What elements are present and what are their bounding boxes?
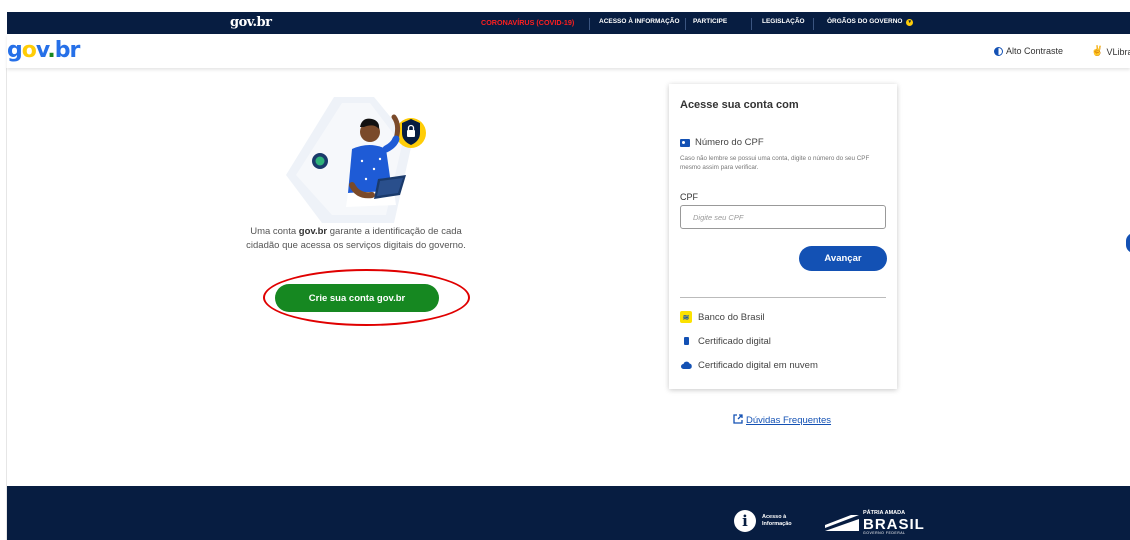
info-icon: i	[734, 510, 756, 532]
footer: i Acesso à Informação PÁTRIA AMADA BRASI…	[7, 486, 1130, 540]
main-content: Uma conta gov.br garante a identificação…	[7, 68, 1130, 486]
acesso-line: Acesso à	[762, 514, 787, 520]
patria-big-text: BRASIL	[863, 515, 925, 533]
nav-link-legislacao[interactable]: LEGISLAÇÃO	[762, 18, 805, 25]
contrast-icon	[994, 46, 1003, 56]
faq-link-label: Dúvidas Frequentes	[746, 415, 832, 426]
nav-link-orgaos-governo[interactable]: ÓRGÃOS DO GOVERNO ▾	[827, 18, 914, 26]
patria-tiny-text: GOVERNO FEDERAL	[863, 530, 906, 535]
nav-separator	[813, 18, 814, 30]
next-button[interactable]: Avançar	[799, 246, 887, 271]
banco-do-brasil-label: Banco do Brasil	[698, 311, 765, 323]
logo-part: .	[47, 38, 55, 63]
logo-part: br	[54, 38, 81, 63]
vlibras-side-widget[interactable]	[1126, 233, 1130, 253]
high-contrast-toggle[interactable]: Alto Contraste	[994, 46, 1063, 56]
cpf-field-label: CPF	[680, 192, 698, 202]
gov-bar-brand[interactable]: gov.br	[230, 15, 272, 30]
high-contrast-label: Alto Contraste	[1006, 46, 1064, 56]
id-card-icon	[680, 138, 690, 147]
flag-stripe-icon	[825, 515, 859, 531]
login-card: Acesse sua conta com Número do CPF Caso …	[669, 84, 897, 389]
annotation-highlight-circle	[263, 269, 470, 326]
nav-separator	[589, 18, 590, 30]
certificado-digital-label: Certificado digital	[698, 335, 771, 347]
logo-part: g	[7, 38, 23, 63]
site-header: gov.br Alto Contraste ✌ VLibras	[7, 34, 1130, 68]
patria-text: PÁTRIA AMADA BRASIL GOVERNO FEDERAL	[863, 510, 925, 535]
faq-link[interactable]: Dúvidas Frequentes	[733, 414, 831, 427]
login-option-banco-do-brasil[interactable]: ≋ Banco do Brasil	[680, 311, 765, 323]
person-laptop-illustration	[286, 97, 426, 223]
cloud-icon	[680, 359, 692, 371]
nav-link-acesso-informacao[interactable]: ACESSO À INFORMAÇÃO	[599, 18, 680, 25]
certificado-nuvem-label: Certificado digital em nuvem	[698, 359, 818, 371]
external-link-icon	[733, 414, 743, 427]
nav-separator	[685, 18, 686, 30]
logo-part: v	[35, 38, 49, 63]
cpf-hint-text: Caso não lembre se possui uma conta, dig…	[680, 155, 870, 171]
sign-language-icon: ✌	[1091, 46, 1104, 57]
patria-amada-brasil-logo[interactable]: PÁTRIA AMADA BRASIL GOVERNO FEDERAL	[825, 510, 925, 535]
vlibras-label: VLibras	[1106, 46, 1130, 57]
nav-link-participe[interactable]: PARTICIPE	[693, 18, 727, 25]
acesso-informacao-logo[interactable]: i Acesso à Informação	[734, 510, 792, 532]
acesso-informacao-text: Acesso à Informação	[762, 514, 792, 528]
intro-text: Uma conta gov.br garante a identificação…	[241, 225, 471, 253]
nav-link-orgaos-label: ÓRGÃOS DO GOVERNO	[827, 18, 903, 25]
gov-top-bar: gov.br CORONAVÍRUS (COVID-19) ACESSO À I…	[7, 12, 1130, 34]
intro-text-part: Uma conta	[250, 226, 299, 237]
chevron-down-icon: ▾	[906, 19, 914, 26]
usb-token-icon	[680, 335, 692, 347]
login-card-title: Acesse sua conta com	[680, 99, 799, 111]
page: gov.br CORONAVÍRUS (COVID-19) ACESSO À I…	[0, 0, 1130, 540]
cpf-login-option[interactable]: Número do CPF	[680, 137, 764, 148]
vlibras-toggle[interactable]: ✌ VLibras	[1091, 46, 1130, 57]
login-option-certificado-digital[interactable]: Certificado digital	[680, 335, 771, 347]
govbr-logo[interactable]: gov.br	[7, 38, 81, 63]
intro-bold-brand: gov.br	[298, 226, 328, 237]
logo-part: o	[21, 38, 37, 63]
cpf-input[interactable]	[680, 205, 886, 229]
card-divider	[680, 297, 886, 298]
login-option-certificado-nuvem[interactable]: Certificado digital em nuvem	[680, 359, 818, 371]
cpf-option-label: Número do CPF	[695, 137, 764, 148]
acesso-line: Informação	[762, 521, 792, 527]
nav-separator	[751, 18, 752, 30]
nav-link-coronavirus[interactable]: CORONAVÍRUS (COVID-19)	[481, 18, 574, 27]
banco-do-brasil-icon: ≋	[680, 311, 692, 323]
left-edge	[0, 68, 7, 540]
